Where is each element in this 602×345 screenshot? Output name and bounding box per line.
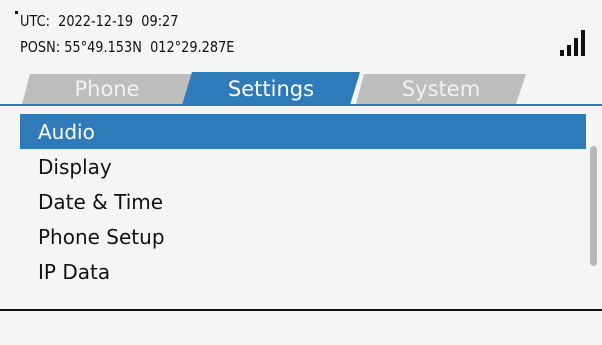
list-scrollbar[interactable] [590,146,597,266]
menu-item-display[interactable]: Display [20,149,586,184]
utc-time: UTC: 2022-12-19 09:27 [20,12,179,30]
status-indicator-dot [15,11,18,14]
signal-bar [574,38,578,56]
signal-bar [581,30,585,56]
device-screen: UTC: 2022-12-19 09:27 POSN: 55°49.153N 0… [0,0,602,345]
tab-phone-label: Phone [74,77,140,101]
menu-item-label: IP Data [38,259,111,284]
menu-item-label: Date & Time [38,189,164,214]
settings-menu-list: Audio Display Date & Time Phone Setup IP… [20,114,586,289]
menu-item-label: Display [38,154,112,179]
signal-strength-icon [560,30,588,56]
menu-item-ip-data[interactable]: IP Data [20,254,586,289]
footer-divider [0,309,602,311]
tab-underline [0,104,602,106]
tab-system-label: System [401,77,481,101]
tab-settings-label: Settings [227,76,315,101]
tab-bar: Phone System Settings [0,70,602,106]
menu-item-audio[interactable]: Audio [20,114,586,149]
menu-item-label: Audio [38,119,95,144]
menu-item-date-time[interactable]: Date & Time [20,184,586,219]
position-readout: POSN: 55°49.153N 012°29.287E [20,38,235,56]
signal-bar [567,45,571,56]
tab-settings[interactable]: Settings [182,72,360,105]
menu-item-phone-setup[interactable]: Phone Setup [20,219,586,254]
tab-system[interactable]: System [356,74,526,104]
signal-bar [560,50,564,56]
tab-phone[interactable]: Phone [22,74,192,104]
menu-item-label: Phone Setup [38,224,165,249]
